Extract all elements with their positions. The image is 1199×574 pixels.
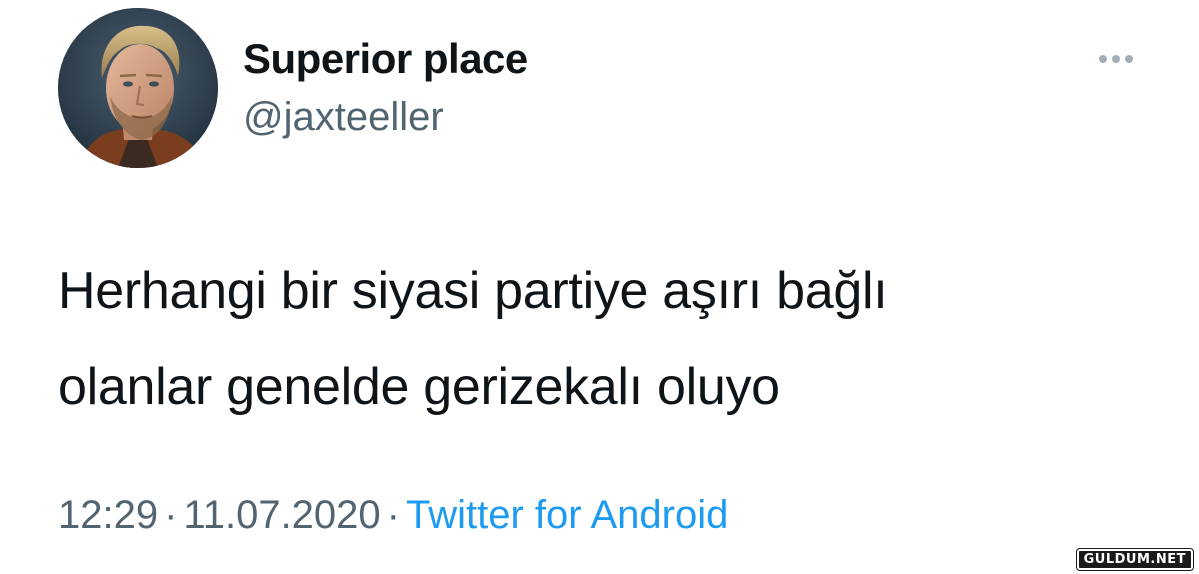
author-handle[interactable]: @jaxteeller — [243, 93, 444, 141]
more-options-button[interactable] — [1088, 42, 1144, 76]
author-avatar[interactable] — [58, 8, 218, 168]
tweet-metadata: 12:29 · 11.07.2020 · Twitter for Android — [58, 490, 728, 540]
more-horizontal-icon-dot — [1112, 55, 1120, 63]
more-horizontal-icon-dot — [1125, 55, 1133, 63]
meta-separator: · — [164, 493, 178, 537]
author-display-name[interactable]: Superior place — [243, 34, 528, 84]
site-watermark: GULDUM.NET — [1075, 548, 1195, 571]
tweet-date[interactable]: 11.07.2020 — [183, 493, 380, 537]
tweet-text-line: olanlar genelde gerizekalı oluyo — [58, 358, 780, 416]
meta-separator: · — [386, 493, 400, 537]
tweet-card: Superior place @jaxteeller Herhangi bir … — [0, 0, 1199, 574]
tweet-text-line: Herhangi bir siyasi partiye aşırı bağlı — [58, 262, 888, 320]
tweet-source-link[interactable]: Twitter for Android — [406, 493, 728, 537]
more-horizontal-icon — [1099, 55, 1107, 63]
tweet-time[interactable]: 12:29 — [58, 493, 158, 537]
profile-photo-icon — [58, 8, 218, 168]
tweet-text: Herhangi bir siyasi partiye aşırı bağlı … — [58, 243, 1138, 435]
